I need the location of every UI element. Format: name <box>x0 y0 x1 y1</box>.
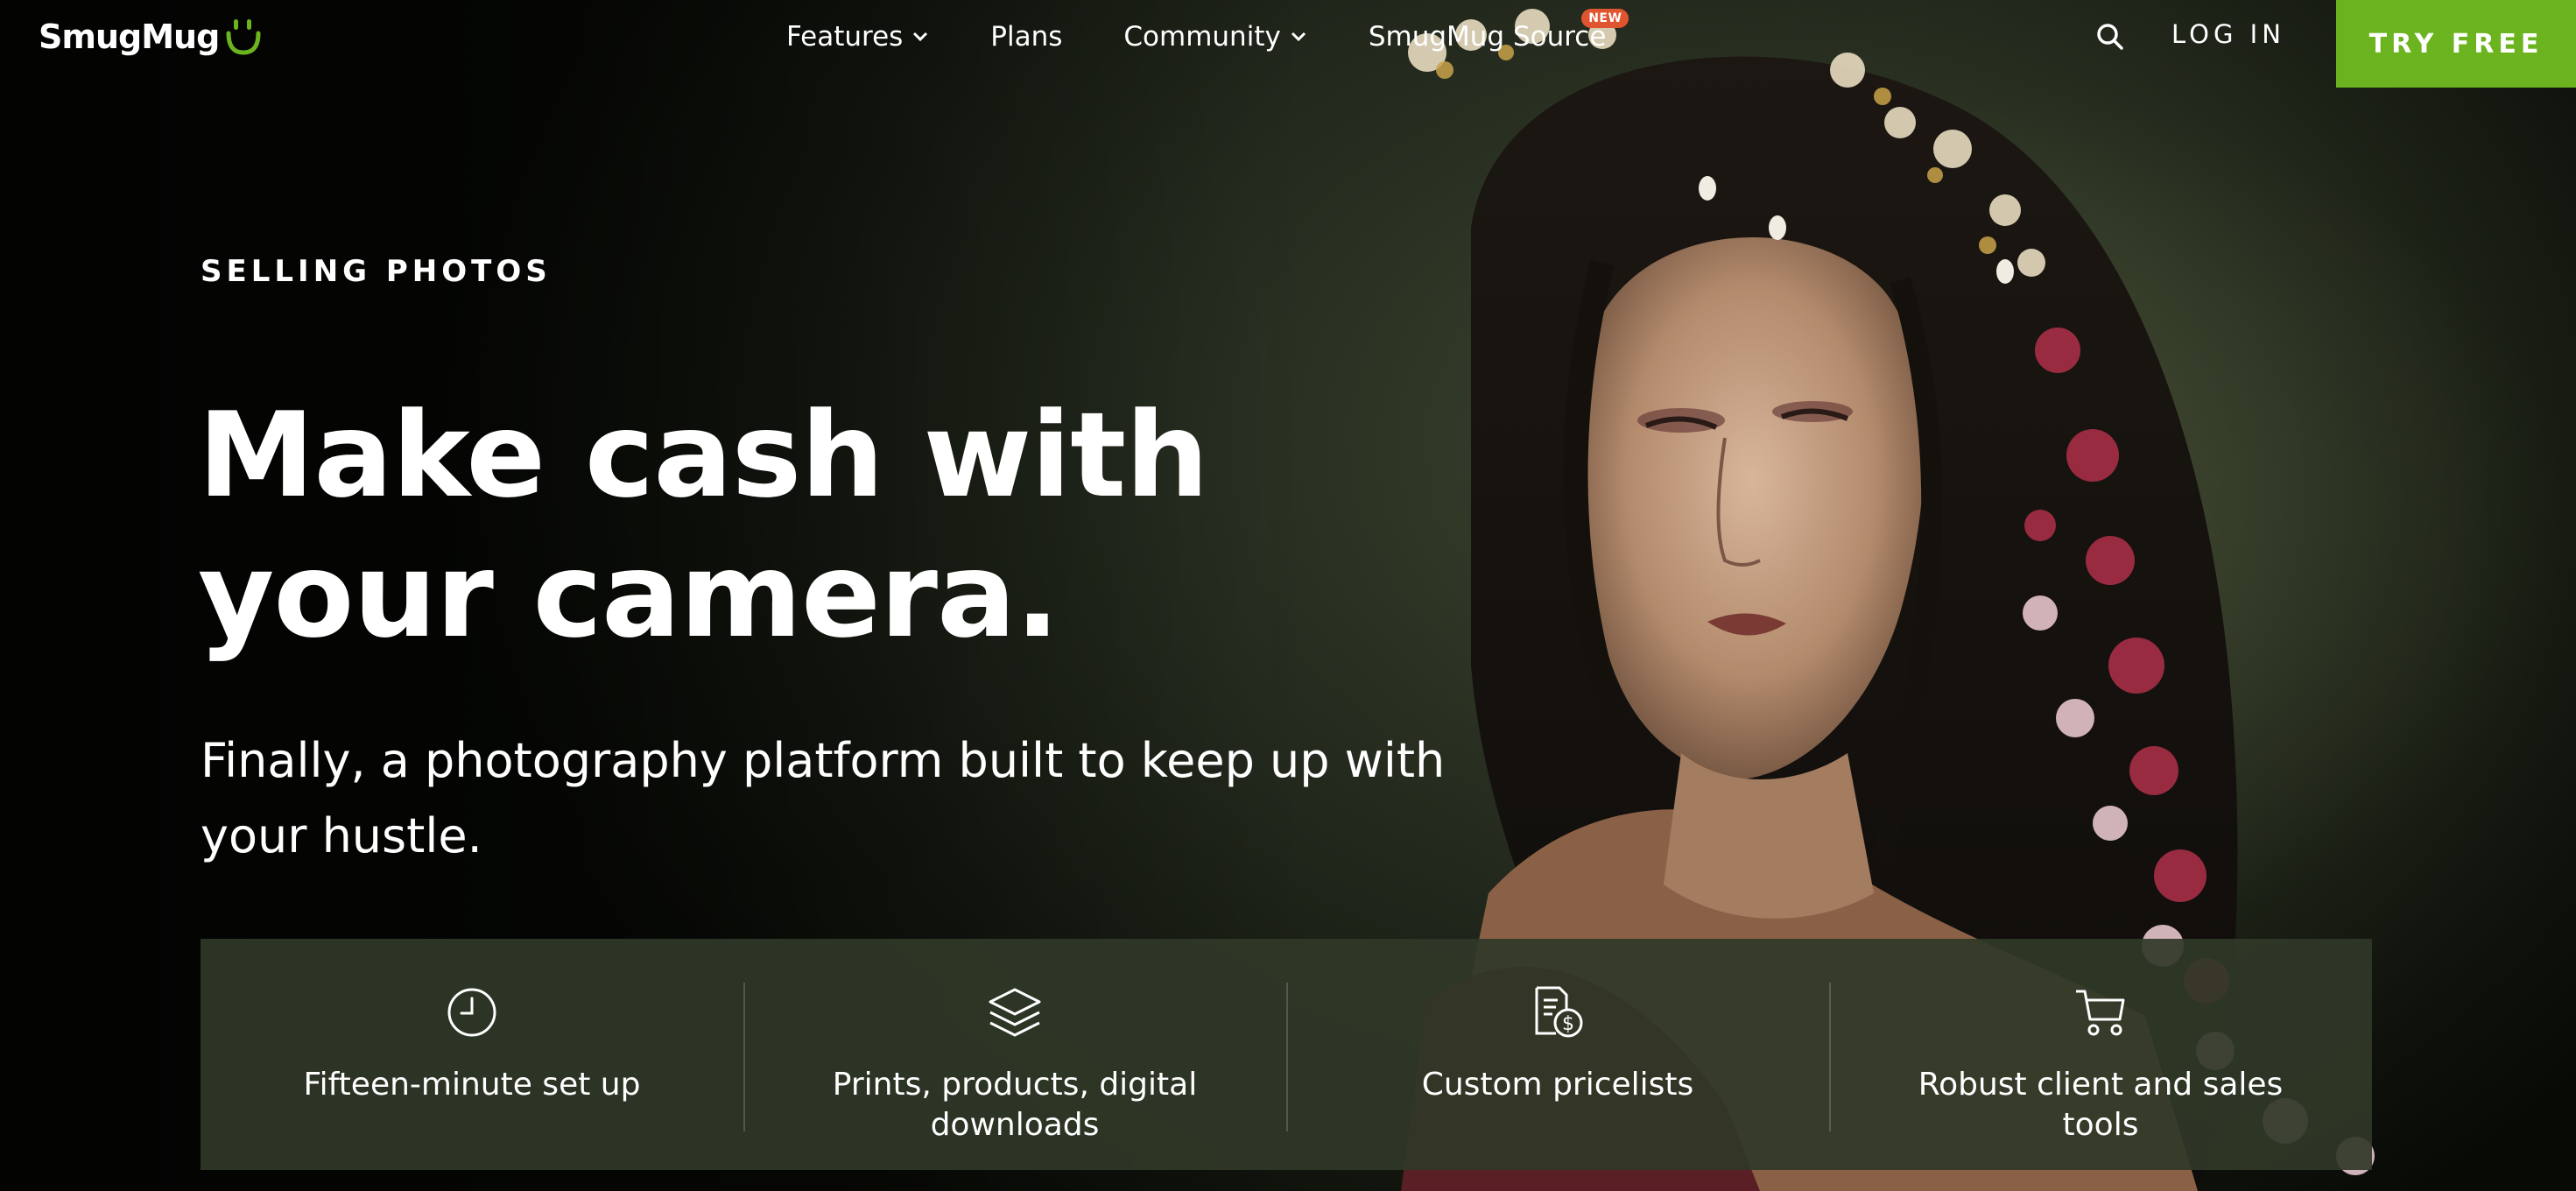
feature-item-client-tools: Robust client and sales tools <box>1829 939 2372 1170</box>
search-icon[interactable] <box>2094 21 2126 53</box>
login-link[interactable]: LOG IN <box>2171 19 2285 49</box>
feature-label: Custom pricelists <box>1421 1067 1694 1103</box>
page: SmugMug Features Plans Community SmugMug… <box>0 0 2576 1191</box>
feature-label: Prints, products, digital downloads <box>832 1067 1198 1143</box>
chevron-down-icon <box>913 32 928 42</box>
feature-item-pricelists: $ Custom pricelists <box>1286 939 1829 1170</box>
pricelist-icon: $ <box>1535 986 1583 1038</box>
clock-icon <box>447 988 496 1037</box>
layers-icon <box>989 988 1041 1037</box>
section-eyebrow: SELLING PHOTOS <box>201 254 552 289</box>
feature-item-prints: Prints, products, digital downloads <box>743 939 1286 1170</box>
new-badge: NEW <box>1581 9 1629 28</box>
chevron-down-icon <box>1291 32 1306 42</box>
nav-label: Community <box>1123 21 1281 53</box>
smugmug-smile-icon <box>226 19 261 55</box>
feature-label: Fifteen-minute set up <box>303 1067 641 1103</box>
hero-subhead: Finally, a photography platform built to… <box>201 733 1446 863</box>
nav-item-community[interactable]: Community <box>1123 21 1306 53</box>
site-header: SmugMug Features Plans Community SmugMug… <box>0 0 2576 88</box>
try-free-button[interactable]: TRY FREE <box>2336 0 2576 88</box>
nav-label: Plans <box>990 21 1063 53</box>
nav-item-features[interactable]: Features <box>786 21 929 53</box>
nav-item-plans[interactable]: Plans <box>990 21 1062 53</box>
features-bar: Fifteen-minute set up Prints, products, … <box>201 939 2372 1170</box>
feature-item-setup: Fifteen-minute set up <box>201 939 743 1170</box>
nav-label: Features <box>786 21 904 53</box>
logo-text: SmugMug <box>39 18 220 56</box>
feature-label: Robust client and sales tools <box>1918 1067 2284 1143</box>
main-nav: Features Plans Community SmugMug Source … <box>786 9 1667 56</box>
nav-label: SmugMug Source <box>1368 21 1607 53</box>
hero-headline: Make cash with your camera. <box>198 387 1209 664</box>
cart-icon <box>2076 990 2125 1036</box>
logo[interactable]: SmugMug <box>39 16 261 58</box>
nav-item-smugmug-source[interactable]: SmugMug Source NEW <box>1368 9 1629 53</box>
svg-text:$: $ <box>1562 1013 1574 1035</box>
